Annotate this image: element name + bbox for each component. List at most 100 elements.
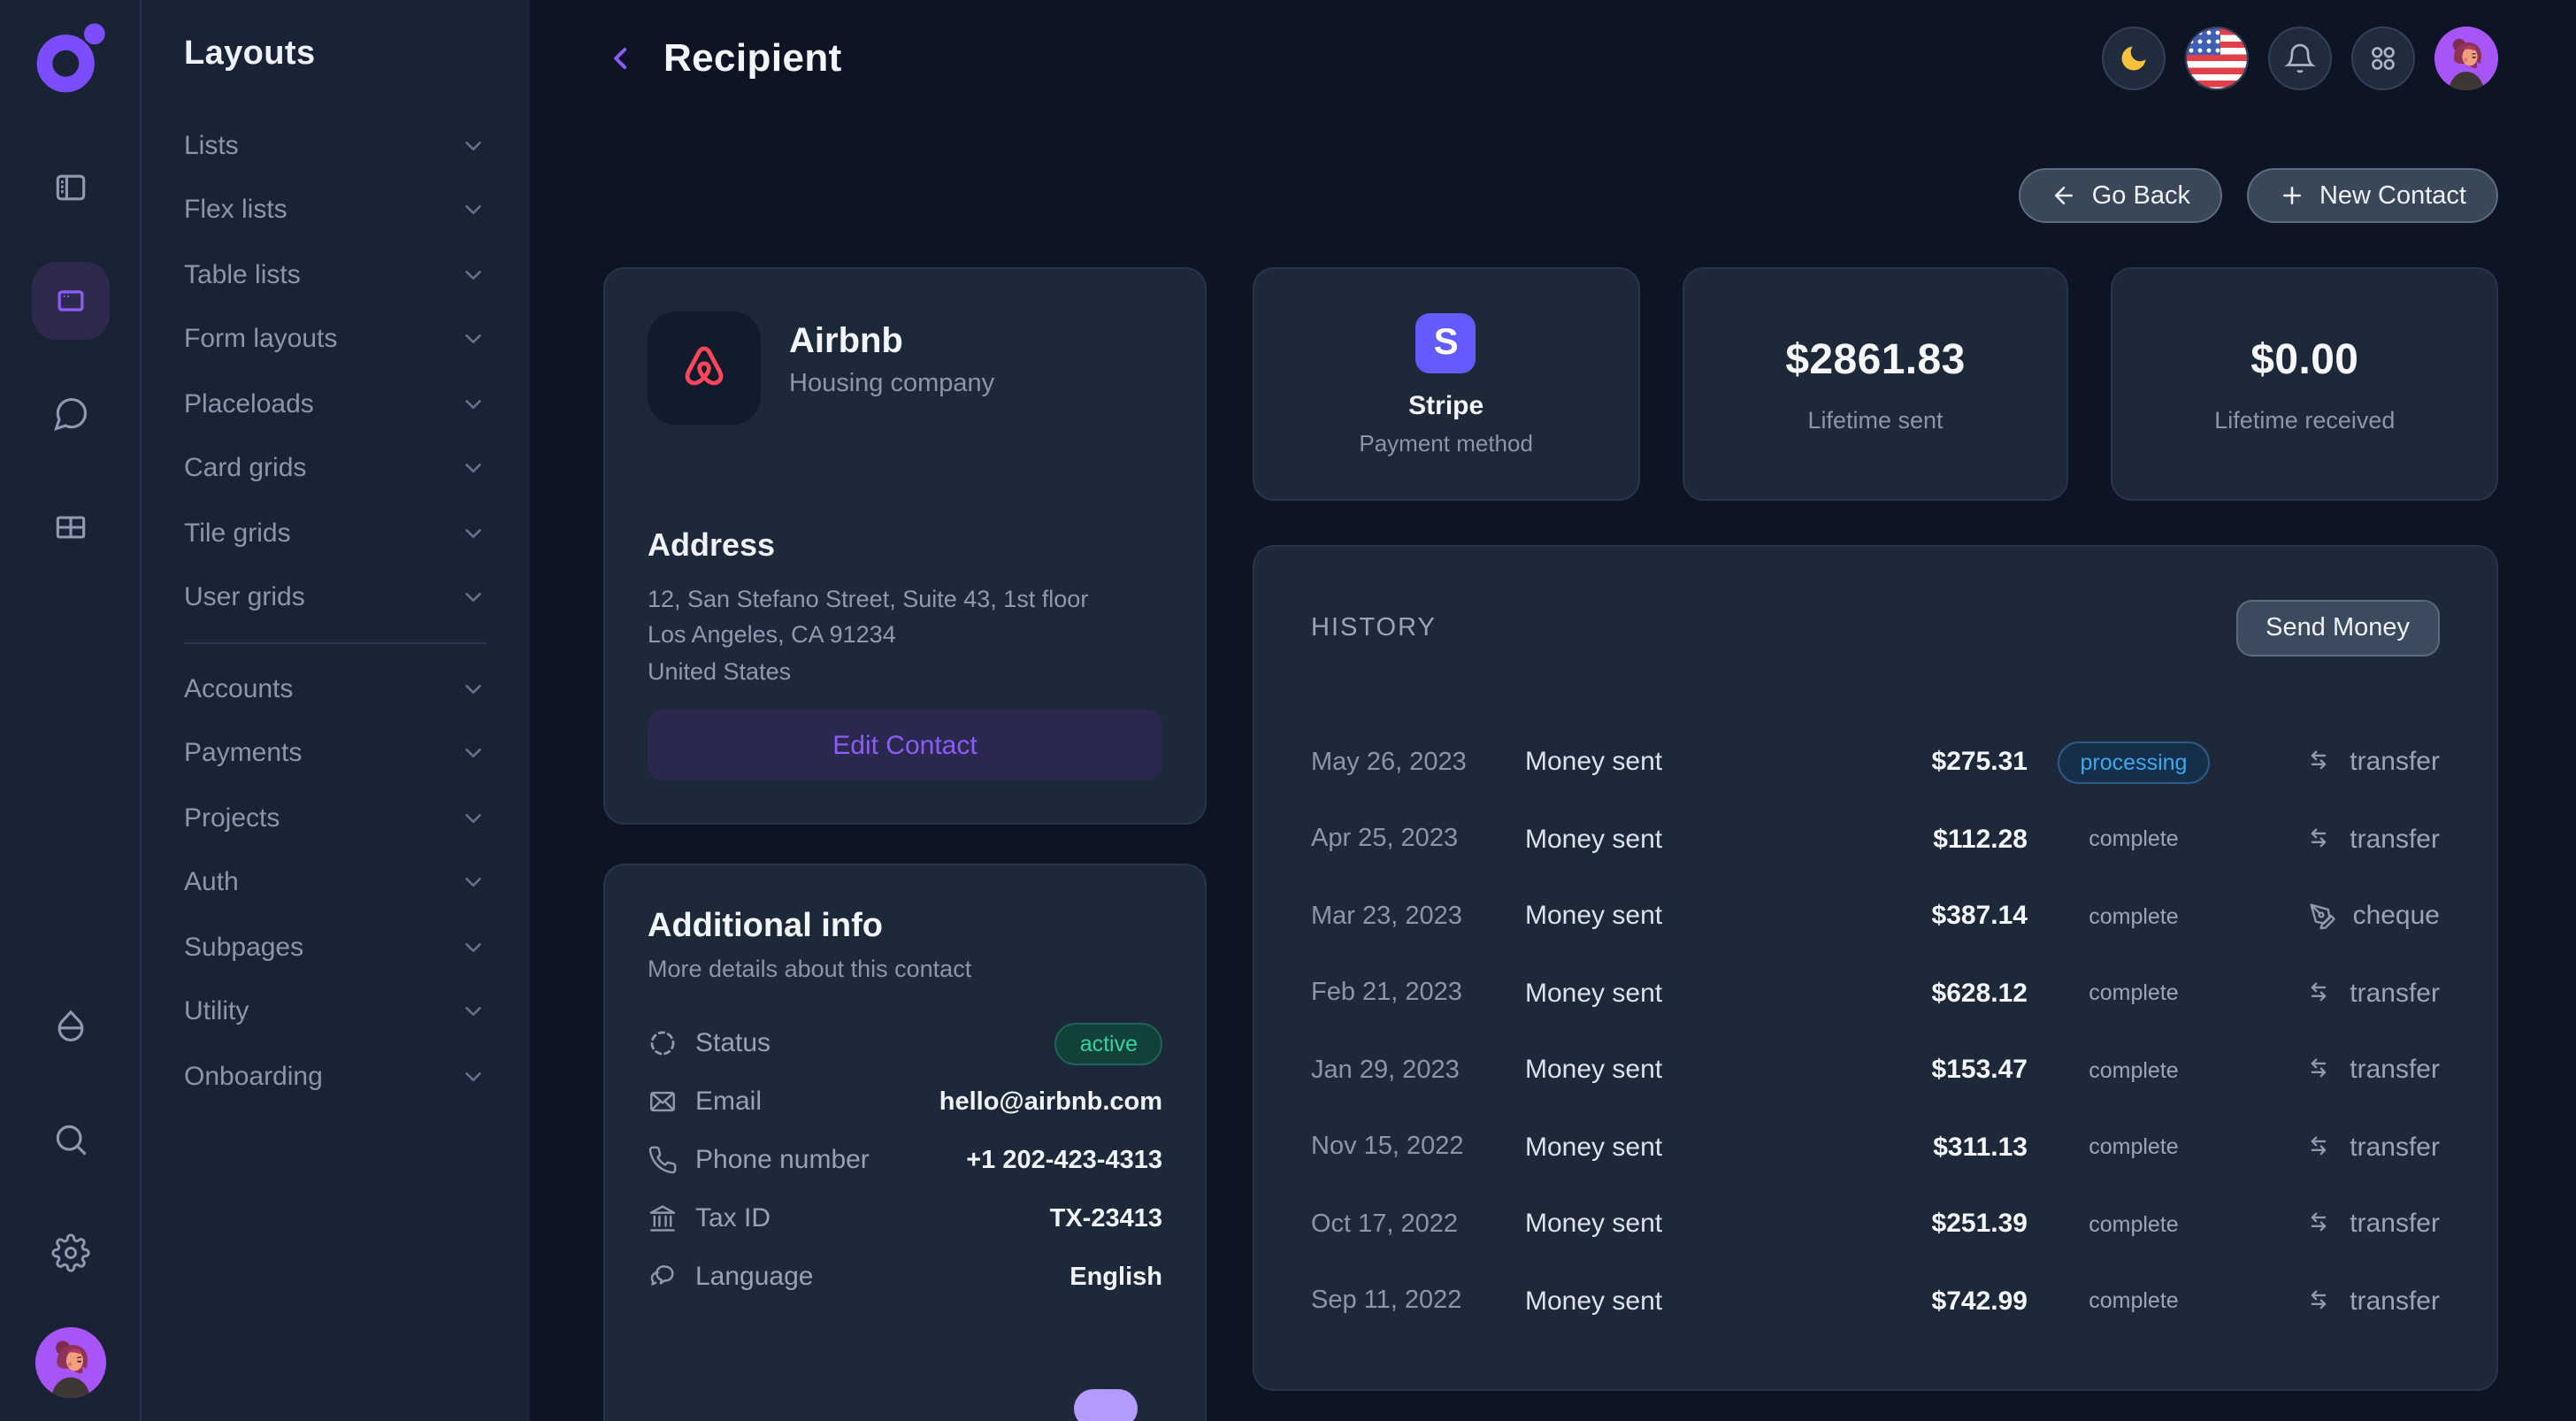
history-type: Money sent	[1525, 979, 1790, 1009]
history-method: transfer	[2240, 979, 2440, 1009]
chat-bubble-icon[interactable]	[31, 375, 109, 453]
lifetime-sent-value: $2861.83	[1785, 335, 1965, 385]
sidebar-item-utility[interactable]: Utility	[184, 979, 487, 1044]
history-status: complete	[2028, 981, 2240, 1006]
gear-icon[interactable]	[31, 1214, 109, 1292]
history-date: Nov 15, 2022	[1311, 1133, 1525, 1162]
stripe-logo-icon: S	[1416, 312, 1476, 373]
transfer-icon	[2304, 1287, 2334, 1317]
info-row-tax-id: Tax ID TX-23413	[648, 1189, 1162, 1248]
new-contact-button[interactable]: New Contact	[2247, 168, 2498, 223]
history-type: Money sent	[1525, 902, 1790, 932]
sidebar-item-projects[interactable]: Projects	[184, 786, 487, 850]
sidebar-item-auth[interactable]: Auth	[184, 850, 487, 915]
orbit-logo-icon	[29, 18, 111, 99]
history-type: Money sent	[1525, 825, 1790, 855]
cutoff-purple-element	[1074, 1389, 1138, 1421]
history-date: Mar 23, 2023	[1311, 903, 1525, 931]
header-icons	[2102, 27, 2498, 90]
sidebar-item-onboarding[interactable]: Onboarding	[184, 1044, 487, 1109]
icon-rail	[0, 0, 142, 1421]
back-chevron-icon[interactable]	[603, 41, 639, 76]
additional-info-title: Additional info	[648, 908, 1162, 947]
history-date: Feb 21, 2023	[1311, 979, 1525, 1008]
layouts-window-icon	[50, 281, 89, 320]
us-flag-icon[interactable]	[2185, 27, 2249, 90]
user-avatar[interactable]	[34, 1327, 105, 1398]
chevron-down-icon	[460, 326, 487, 353]
lifetime-received-label: Lifetime received	[2214, 406, 2395, 433]
history-row: Mar 23, 2023 Money sent $387.14 complete…	[1311, 878, 2440, 955]
chevron-down-icon	[460, 133, 487, 159]
sidebar-item-flex-lists[interactable]: Flex lists	[184, 178, 487, 242]
sidebar-item-placeloads[interactable]: Placeloads	[184, 372, 487, 436]
chevron-down-icon	[460, 870, 487, 896]
address-lines: 12, San Stefano Street, Suite 43, 1st fl…	[648, 582, 1162, 690]
info-label: Email	[695, 1087, 762, 1117]
sidebar-item-tile-grids[interactable]: Tile grids	[184, 501, 487, 565]
sidebar-nav: Lists Flex lists Table lists Form layout…	[184, 113, 487, 1109]
history-row: Feb 21, 2023 Money sent $628.12 complete…	[1311, 955, 2440, 1032]
sidebar-item-form-layouts[interactable]: Form layouts	[184, 307, 487, 372]
history-method: transfer	[2240, 1133, 2440, 1163]
additional-info-subtitle: More details about this contact	[648, 956, 1162, 982]
rail-item-layouts[interactable]	[31, 262, 109, 340]
status-badge: processing	[2058, 741, 2211, 784]
go-back-button[interactable]: Go Back	[2020, 168, 2222, 223]
history-amount: $251.39	[1790, 1210, 2028, 1240]
history-row: Oct 17, 2022 Money sent $251.39 complete…	[1311, 1186, 2440, 1263]
history-row: Sep 11, 2022 Money sent $742.99 complete…	[1311, 1263, 2440, 1340]
sidebar-item-accounts[interactable]: Accounts	[184, 657, 487, 721]
history-method: transfer	[2240, 1287, 2440, 1317]
dashed-circle-icon	[648, 1028, 678, 1058]
edit-contact-button[interactable]: Edit Contact	[648, 710, 1162, 780]
sidebar-item-subpages[interactable]: Subpages	[184, 915, 487, 979]
sidebar-divider	[184, 642, 487, 644]
apps-icon[interactable]	[2351, 27, 2415, 90]
info-value: TX-23413	[1050, 1204, 1162, 1233]
transfer-icon	[2304, 979, 2334, 1009]
history-date: Sep 11, 2022	[1311, 1287, 1525, 1316]
chevron-down-icon	[460, 456, 487, 482]
info-label: Status	[695, 1028, 770, 1058]
sidebar-item-payments[interactable]: Payments	[184, 721, 487, 786]
history-amount: $153.47	[1790, 1056, 2028, 1086]
chevron-down-icon	[460, 805, 487, 832]
history-method: transfer	[2240, 1056, 2440, 1086]
history-row: Nov 15, 2022 Money sent $311.13 complete…	[1311, 1109, 2440, 1186]
app-window: Layouts Lists Flex lists Table lists For…	[0, 0, 2576, 1421]
page-actions: Go Back New Contact	[603, 168, 2498, 223]
info-value: English	[1070, 1263, 1162, 1291]
lifetime-received-card: $0.00 Lifetime received	[2112, 267, 2498, 501]
history-type: Money sent	[1525, 1210, 1790, 1240]
grid-icon[interactable]	[31, 488, 109, 566]
bell-icon[interactable]	[2268, 27, 2332, 90]
history-amount: $275.31	[1790, 748, 2028, 778]
history-type: Money sent	[1525, 1287, 1790, 1317]
airbnb-logo-icon	[648, 311, 761, 425]
sidebar-toggle-icon[interactable]	[31, 149, 109, 227]
sidebar-item-table-lists[interactable]: Table lists	[184, 242, 487, 307]
transfer-icon	[2304, 825, 2334, 855]
cheque-icon	[2307, 902, 2337, 932]
language-icon	[648, 1262, 678, 1292]
info-value: active	[1055, 1029, 1162, 1057]
moon-icon[interactable]	[2102, 27, 2166, 90]
sidebar-item-lists[interactable]: Lists	[184, 113, 487, 178]
sidebar-item-user-grids[interactable]: User grids	[184, 565, 487, 630]
sidebar-item-card-grids[interactable]: Card grids	[184, 436, 487, 501]
history-method: transfer	[2240, 825, 2440, 855]
info-row-status: Status active	[648, 1014, 1162, 1072]
history-date: May 26, 2023	[1311, 749, 1525, 777]
search-icon[interactable]	[31, 1101, 109, 1179]
history-row: May 26, 2023 Money sent $275.31 processi…	[1311, 724, 2440, 801]
history-panel: HISTORY Send Money May 26, 2023 Money se…	[1253, 545, 2498, 1391]
droplet-icon[interactable]	[31, 987, 109, 1065]
info-value: +1 202-423-4313	[966, 1146, 1162, 1174]
history-date: Jan 29, 2023	[1311, 1056, 1525, 1085]
history-type: Money sent	[1525, 1133, 1790, 1163]
info-row-email: Email hello@airbnb.com	[648, 1072, 1162, 1131]
history-row: Apr 25, 2023 Money sent $112.28 complete…	[1311, 801, 2440, 878]
user-avatar[interactable]	[2434, 27, 2498, 90]
send-money-button[interactable]: Send Money	[2235, 600, 2440, 657]
